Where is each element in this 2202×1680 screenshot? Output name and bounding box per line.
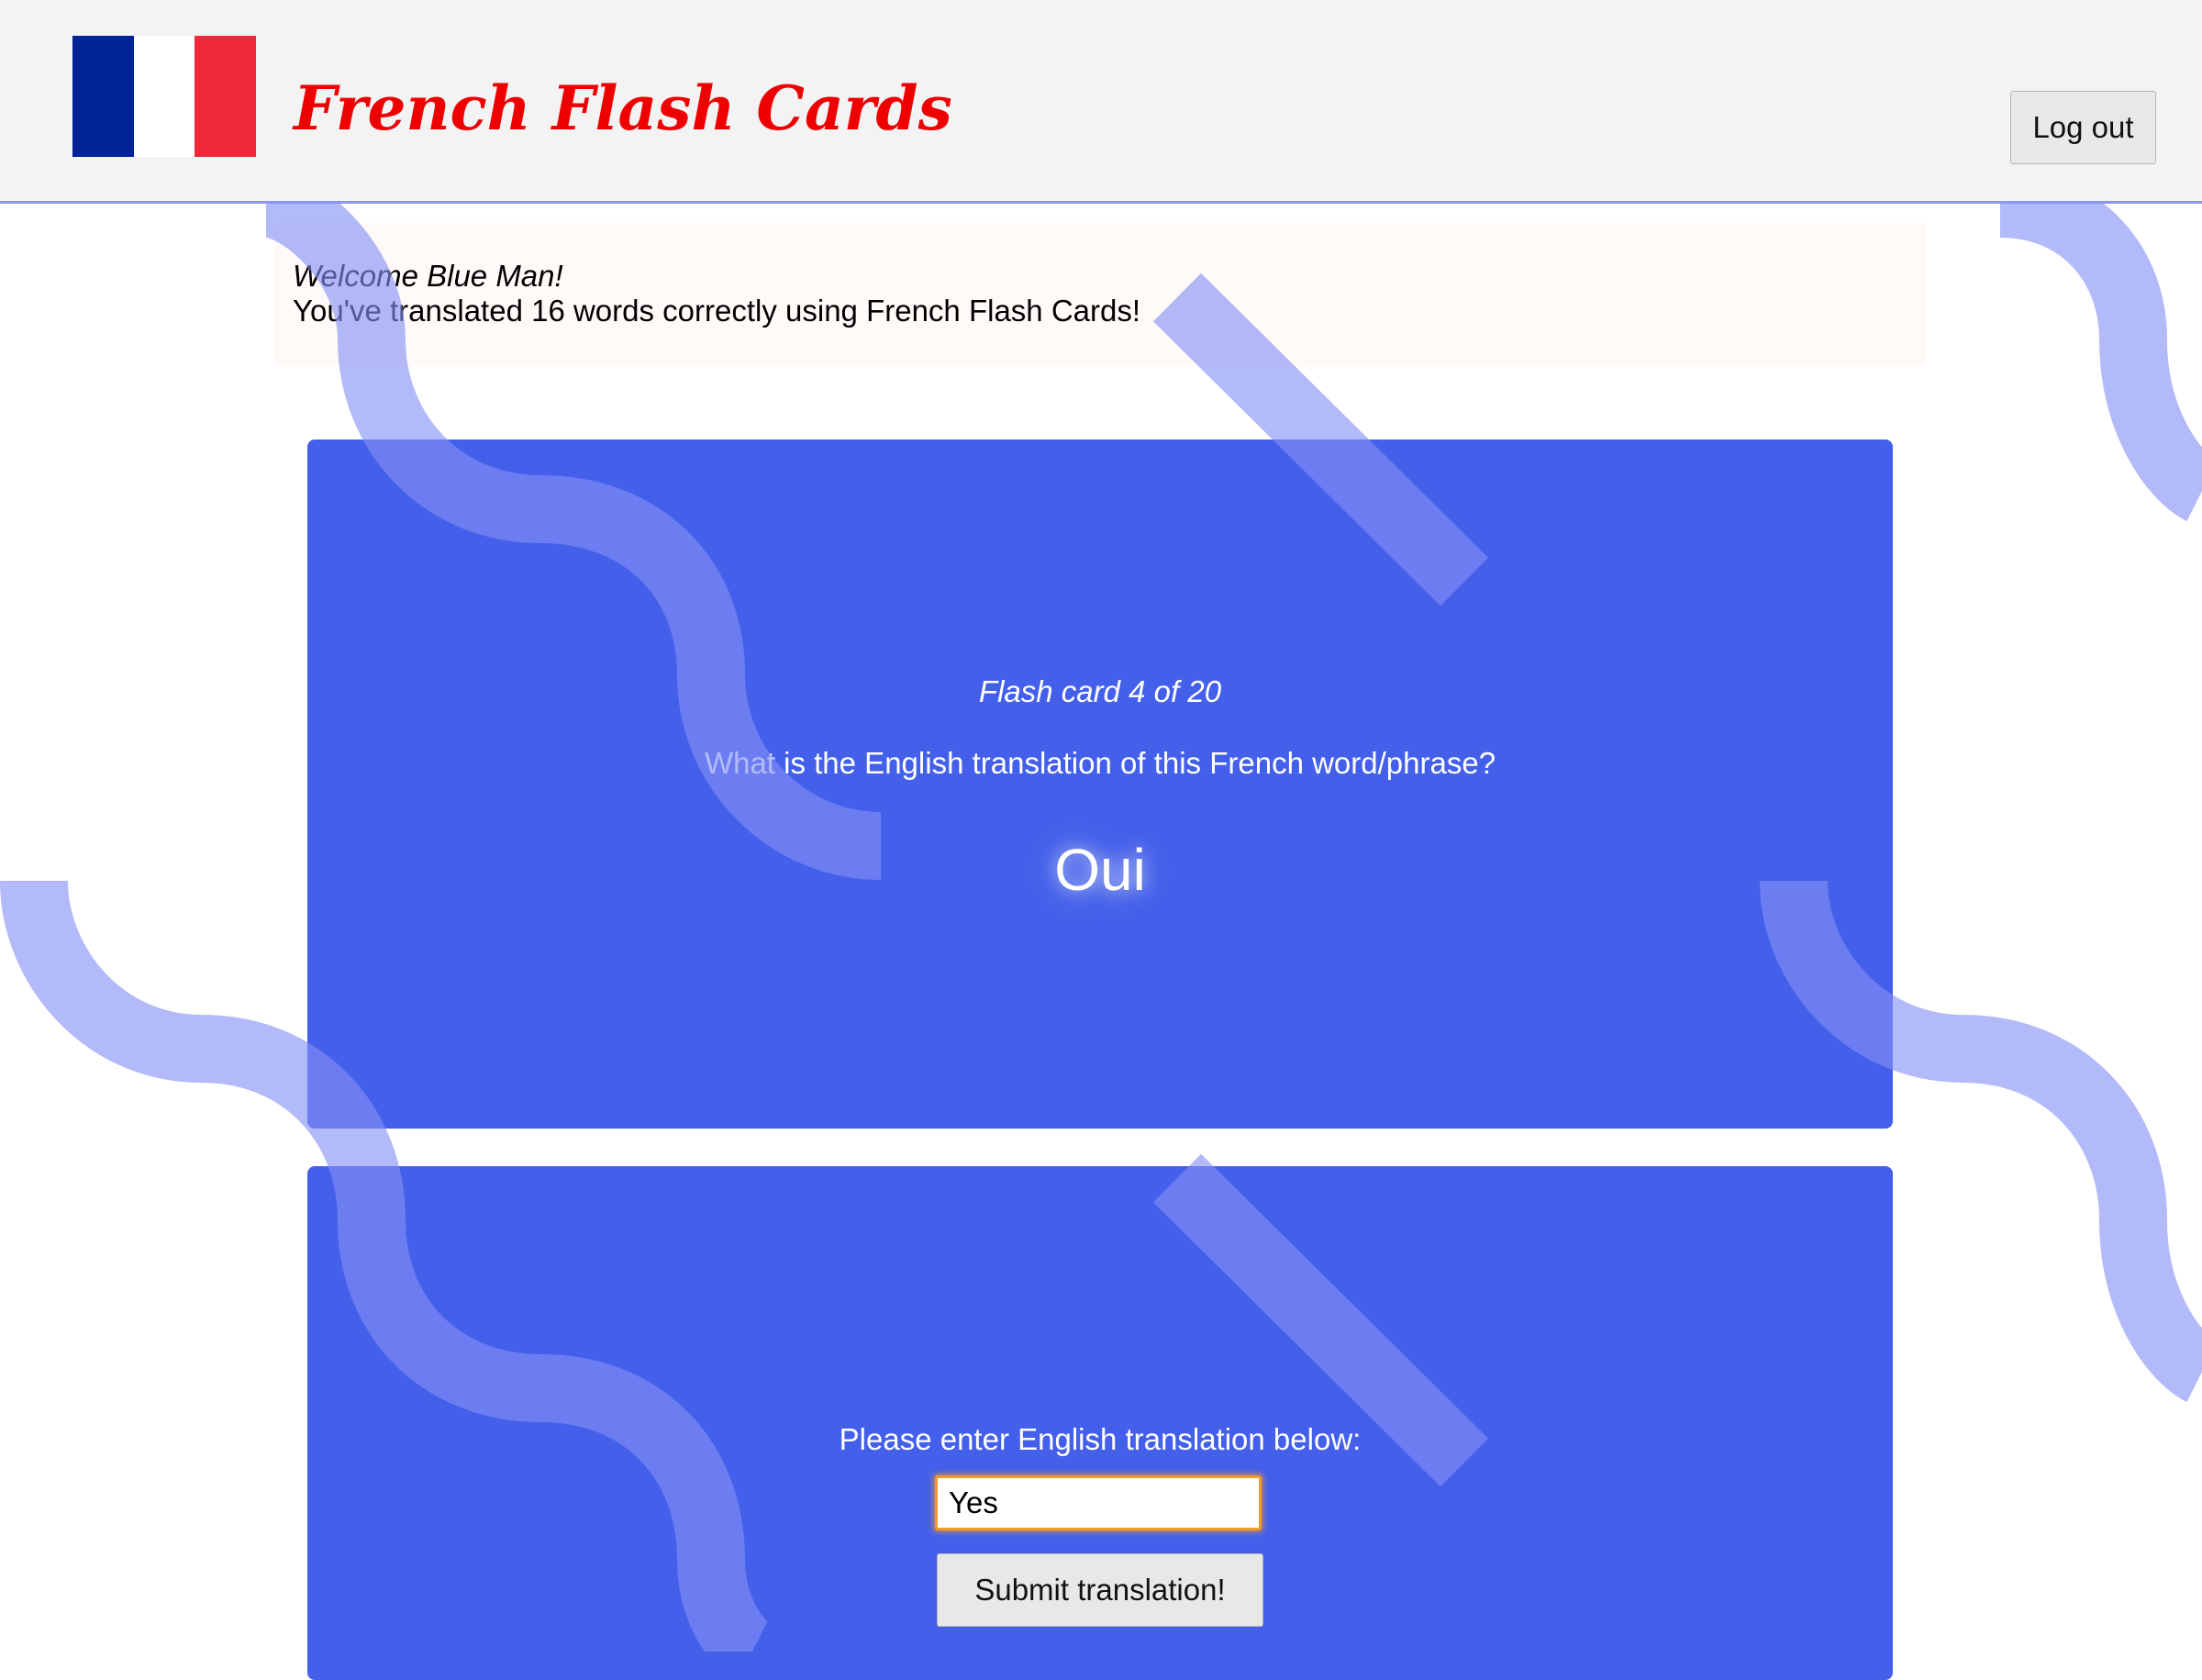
submit-translation-button[interactable]: Submit translation!: [937, 1553, 1263, 1627]
flag-blue-stripe: [72, 36, 134, 157]
answer-card: Please enter English translation below: …: [307, 1166, 1893, 1680]
answer-label: Please enter English translation below:: [839, 1422, 1362, 1456]
decor-wave-top-right: [1998, 170, 2202, 522]
app-header: French Flash Cards Log out: [0, 0, 2202, 204]
card-prompt: What is the English translation of this …: [704, 746, 1496, 780]
question-flash-card: Flash card 4 of 20 What is the English t…: [307, 439, 1893, 1129]
welcome-greeting: Welcome Blue Man!: [293, 259, 563, 293]
french-word: Oui: [1054, 837, 1146, 903]
flag-white-stripe: [133, 36, 195, 157]
card-counter: Flash card 4 of 20: [978, 674, 1222, 708]
translation-input[interactable]: [935, 1475, 1262, 1530]
flag-red-stripe: [195, 36, 257, 157]
welcome-stats-text: You've translated 16 words correctly usi…: [293, 294, 1141, 328]
french-flag-logo: [72, 36, 257, 157]
app-title: French Flash Cards: [294, 72, 952, 144]
welcome-banner: Welcome Blue Man! You've translated 16 w…: [274, 223, 1926, 366]
logout-button[interactable]: Log out: [2010, 91, 2156, 164]
